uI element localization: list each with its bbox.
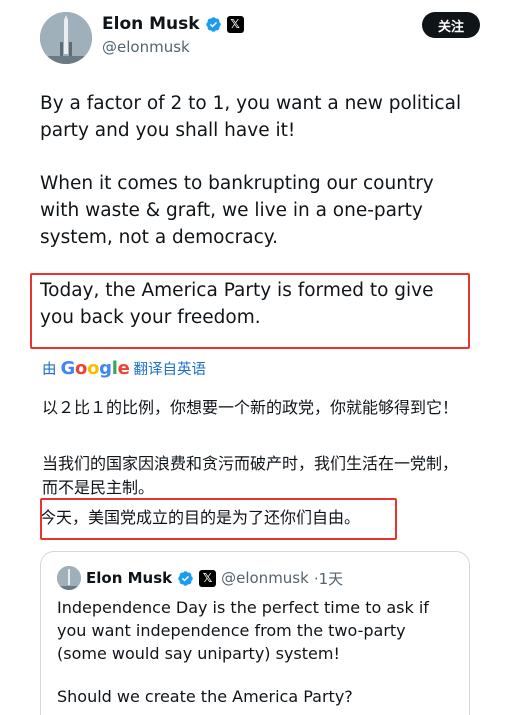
quote-author-avatar [57,566,81,590]
tweet-paragraph-1: By a factor of 2 to 1, you want a new po… [40,93,462,141]
author-name[interactable]: Elon Musk [102,14,200,34]
translate-prefix: 由 [42,362,57,378]
rocket-avatar-icon [57,566,81,590]
highlight-box-english [30,273,470,349]
quote-text: Independence Day is the perfect time to … [57,598,429,663]
google-logo: Google [60,358,130,379]
quoted-tweet-card[interactable]: Elon Musk 𝕏 @elonmusk ·1天 Independence D… [40,551,470,715]
highlight-box-chinese [40,498,397,540]
rocket-avatar-icon [40,12,92,64]
x-affiliation-icon: 𝕏 [199,569,217,587]
author-avatar[interactable] [40,12,92,64]
quote-author-handle: @elonmusk [221,569,309,587]
quote-author-name: Elon Musk [86,569,173,587]
follow-button[interactable]: 关注 [422,12,480,38]
tweet-header: Elon Musk 𝕏 @elonmusk 关注 [40,12,480,64]
tweet-paragraph-2: When it comes to bankrupting our country… [40,173,434,248]
translate-action: 翻译自英语 [133,362,207,378]
x-affiliation-icon: 𝕏 [226,15,244,33]
translation-line-2: 当我们的国家因浪费和贪污而破产时，我们生活在一党制，而不是民主制。 [42,454,459,497]
translation-line-1: 以２比１的比例，你想要一个新的政党，你就能够得到它！ [42,398,459,417]
quote-timestamp: ·1天 [313,569,344,588]
quote-question: Should we create the America Party? [57,687,353,706]
verified-badge-icon [205,16,221,32]
author-handle[interactable]: @elonmusk [102,38,190,56]
translate-attribution[interactable]: 由 Google 翻译自英语 [42,358,206,379]
verified-badge-icon [178,570,193,586]
